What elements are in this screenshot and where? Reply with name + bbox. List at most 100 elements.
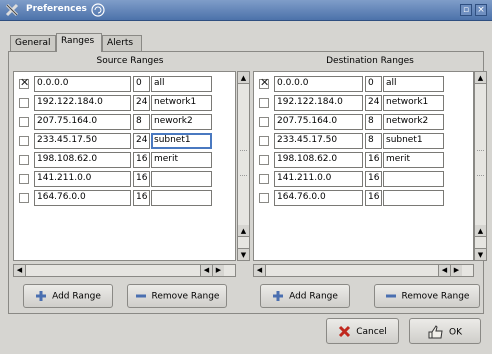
enable-checkbox[interactable] — [259, 98, 269, 108]
enable-checkbox[interactable] — [259, 155, 269, 165]
cancel-button[interactable]: Cancel — [326, 318, 399, 344]
enable-checkbox[interactable] — [19, 136, 29, 146]
name-field[interactable]: network2 — [383, 114, 444, 130]
bits-field[interactable]: 8 — [365, 133, 382, 149]
name-field[interactable]: merit — [383, 152, 444, 168]
ok-button[interactable]: OK — [409, 318, 481, 344]
bits-field[interactable]: 8 — [133, 114, 150, 130]
bits-field[interactable]: 24 — [133, 95, 150, 111]
bits-field[interactable]: 16 — [365, 190, 382, 206]
scroll-right-button[interactable]: ▶ — [212, 265, 224, 276]
ip-field[interactable]: 233.45.17.50 — [34, 133, 131, 149]
scroll-grip[interactable] — [240, 150, 247, 176]
bits-field[interactable]: 16 — [133, 152, 150, 168]
ip-field[interactable]: 233.45.17.50 — [274, 133, 363, 149]
name-field[interactable]: all — [383, 76, 444, 92]
name-field[interactable] — [383, 171, 444, 187]
ip-field[interactable]: 0.0.0.0 — [34, 76, 131, 92]
tab-alerts[interactable]: Alerts — [102, 35, 142, 51]
name-field[interactable]: network1 — [383, 95, 444, 111]
ip-field[interactable]: 207.75.164.0 — [34, 114, 131, 130]
scroll-up-button[interactable]: ▲ — [475, 225, 486, 237]
destination-add-range-button[interactable]: Add Range — [260, 284, 350, 308]
enable-checkbox[interactable] — [19, 117, 29, 127]
name-field[interactable]: nework2 — [151, 114, 212, 130]
source-remove-range-button[interactable]: Remove Range — [127, 284, 227, 308]
plus-icon — [273, 291, 284, 301]
destination-ranges-list[interactable]: ✕ 0.0.0.0 0 all 192.122.184.0 24 network… — [253, 71, 474, 261]
source-ranges-list[interactable]: ✕ 0.0.0.0 0 all 192.122.184.0 24 network… — [13, 71, 236, 261]
destination-ranges-title: Destination Ranges — [326, 56, 414, 66]
remove-range-label: Remove Range — [401, 291, 470, 302]
name-field[interactable]: all — [151, 76, 212, 92]
minus-icon — [385, 294, 396, 298]
name-field[interactable]: merit — [151, 152, 212, 168]
tab-ranges[interactable]: Ranges — [56, 33, 102, 52]
source-horizontal-scrollbar[interactable]: ◀ ◀ ▶ — [13, 264, 236, 277]
ip-field[interactable]: 164.76.0.0 — [34, 190, 131, 206]
bits-field[interactable]: 16 — [133, 171, 150, 187]
ip-field[interactable]: 141.211.0.0 — [274, 171, 363, 187]
title-bar[interactable]: Preferences ▫ × — [0, 0, 492, 21]
bits-field[interactable]: 16 — [365, 171, 382, 187]
scroll-grip[interactable] — [477, 150, 484, 176]
enable-checkbox[interactable] — [259, 136, 269, 146]
destination-remove-range-button[interactable]: Remove Range — [374, 284, 480, 308]
tab-general[interactable]: General — [10, 35, 56, 51]
spiral-icon — [91, 3, 105, 17]
bits-field[interactable]: 24 — [365, 95, 382, 111]
ip-field[interactable]: 0.0.0.0 — [274, 76, 363, 92]
enable-checkbox[interactable]: ✕ — [259, 77, 269, 89]
enable-checkbox[interactable] — [19, 174, 29, 184]
bits-field[interactable]: 16 — [365, 152, 382, 168]
bits-field[interactable]: 16 — [133, 190, 150, 206]
maximize-button[interactable]: ▫ — [460, 4, 472, 16]
name-field[interactable]: subnet1 — [151, 133, 212, 149]
ip-field[interactable]: 192.122.184.0 — [274, 95, 363, 111]
thumbs-up-icon — [428, 325, 443, 339]
name-field[interactable]: subnet1 — [383, 133, 444, 149]
ip-field[interactable]: 164.76.0.0 — [274, 190, 363, 206]
ip-field[interactable]: 192.122.184.0 — [34, 95, 131, 111]
check-x-icon: ✕ — [20, 76, 30, 89]
ok-label: OK — [449, 327, 462, 338]
name-field[interactable] — [383, 190, 444, 206]
bits-field[interactable]: 0 — [133, 76, 150, 92]
scroll-up-button[interactable]: ▲ — [238, 225, 249, 237]
scroll-up-button[interactable]: ▲ — [238, 72, 249, 84]
scroll-left-button[interactable]: ◀ — [200, 265, 212, 276]
bits-field[interactable]: 8 — [365, 114, 382, 130]
enable-checkbox[interactable] — [19, 193, 29, 203]
ip-field[interactable]: 141.211.0.0 — [34, 171, 131, 187]
scroll-left-button[interactable]: ◀ — [14, 265, 26, 276]
enable-checkbox[interactable] — [19, 98, 29, 108]
scroll-left-button[interactable]: ◀ — [438, 265, 450, 276]
name-field[interactable] — [151, 171, 212, 187]
remove-range-label: Remove Range — [151, 291, 220, 302]
scroll-up-button[interactable]: ▲ — [475, 72, 486, 84]
destination-vertical-scrollbar[interactable]: ▲ ▲ ▼ — [474, 71, 487, 261]
destination-horizontal-scrollbar[interactable]: ◀ ◀ ▶ — [253, 264, 474, 277]
ip-field[interactable]: 198.108.62.0 — [274, 152, 363, 168]
enable-checkbox[interactable] — [259, 193, 269, 203]
scroll-right-button[interactable]: ▶ — [450, 265, 462, 276]
bits-field[interactable]: 24 — [133, 133, 150, 149]
enable-checkbox[interactable]: ✕ — [19, 76, 30, 89]
plus-icon — [36, 291, 47, 301]
name-field[interactable]: network1 — [151, 95, 212, 111]
source-add-range-button[interactable]: Add Range — [23, 284, 113, 308]
scroll-down-button[interactable]: ▼ — [475, 248, 486, 260]
enable-checkbox[interactable] — [259, 117, 269, 127]
enable-checkbox[interactable] — [259, 174, 269, 184]
scroll-down-button[interactable]: ▼ — [238, 248, 249, 260]
close-button[interactable]: × — [475, 4, 487, 16]
add-range-label: Add Range — [289, 291, 338, 302]
ip-field[interactable]: 207.75.164.0 — [274, 114, 363, 130]
scroll-left-button[interactable]: ◀ — [254, 265, 266, 276]
ip-field[interactable]: 198.108.62.0 — [34, 152, 131, 168]
bits-field[interactable]: 0 — [365, 76, 382, 92]
source-vertical-scrollbar[interactable]: ▲ ▲ ▼ — [237, 71, 250, 261]
enable-checkbox[interactable] — [19, 155, 29, 165]
name-field[interactable] — [151, 190, 212, 206]
source-ranges-title: Source Ranges — [96, 56, 164, 66]
